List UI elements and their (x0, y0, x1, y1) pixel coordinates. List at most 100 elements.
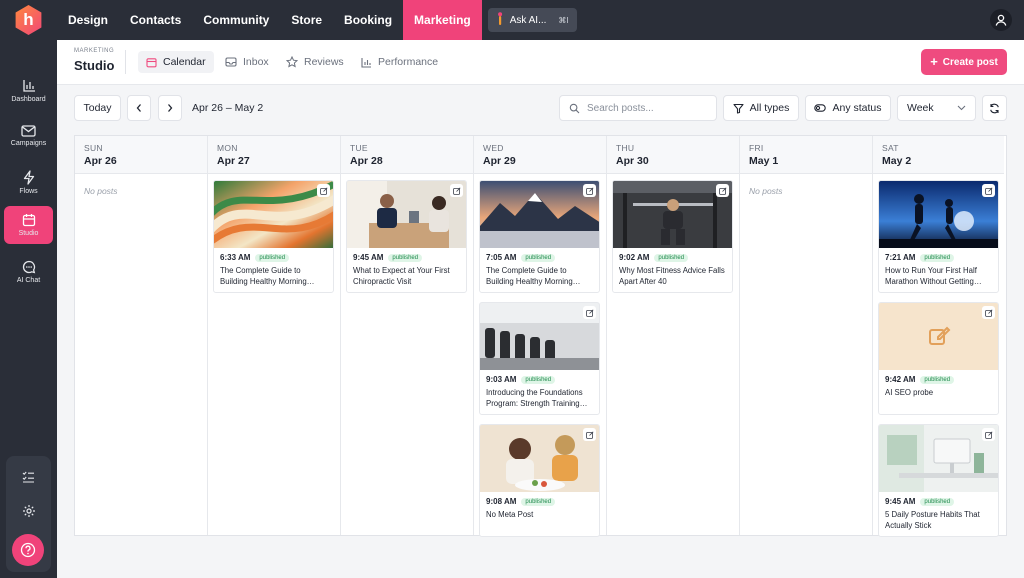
day-column-wed[interactable]: WED Apr 29 7:05 AM published The Complete Gu… (474, 136, 607, 537)
post-card[interactable]: 7:21 AM published How to Run Your First Ha… (878, 180, 999, 293)
chevron-left-icon (136, 104, 141, 112)
post-title: No Meta Post (486, 510, 534, 519)
post-meta: 6:33 AM published (214, 248, 333, 262)
edit-icon[interactable] (583, 184, 596, 197)
nav-tab-store[interactable]: Store (280, 0, 333, 40)
nav-tab-marketing[interactable]: Marketing (403, 0, 482, 40)
post-time: 9:45 AM (885, 497, 916, 506)
post-time: 9:03 AM (486, 375, 517, 384)
edit-icon[interactable] (317, 184, 330, 197)
day-date: Apr 26 (84, 155, 117, 167)
post-card[interactable]: 7:05 AM published The Complete Guide to Bu… (479, 180, 600, 293)
day-column-sun[interactable]: SUN Apr 26 No posts (75, 136, 208, 535)
tab-inbox[interactable]: Inbox (217, 51, 277, 73)
mail-icon (21, 125, 36, 137)
post-thumbnail (347, 181, 466, 248)
day-column-thu[interactable]: THU Apr 30 9:02 AM published Why Most Fitnes… (607, 136, 740, 535)
tab-calendar[interactable]: Calendar (138, 51, 214, 73)
post-card[interactable]: 9:03 AM published Introducing the Foundati… (479, 302, 600, 415)
view-select[interactable]: Week (897, 95, 976, 121)
day-column-sat[interactable]: SAT May 2 7:21 AM published How to Run Your … (873, 136, 1004, 537)
app-logo[interactable]: h (0, 0, 57, 40)
nav-tab-contacts[interactable]: Contacts (119, 0, 192, 40)
search-input[interactable] (587, 102, 707, 114)
checklist-icon[interactable] (15, 463, 42, 490)
day-date: Apr 28 (350, 155, 383, 167)
sidebar-item-flows[interactable]: Flows (4, 163, 53, 201)
chat-icon (22, 260, 35, 274)
header-divider (125, 50, 126, 74)
calendar-icon (22, 214, 35, 227)
nav-tab-community[interactable]: Community (192, 0, 280, 40)
day-column-mon[interactable]: MON Apr 27 6:33 AM published The Complete Gu… (208, 136, 341, 535)
tab-label: Performance (378, 56, 439, 68)
next-week-button[interactable] (158, 95, 182, 121)
day-date: Apr 27 (217, 155, 250, 167)
sidebar-item-label: Flows (19, 187, 38, 195)
post-card[interactable]: 6:33 AM published The Complete Guide to Bu… (213, 180, 334, 293)
nav-tab-booking[interactable]: Booking (333, 0, 403, 40)
sidebar-item-studio[interactable]: Studio (4, 206, 53, 244)
post-meta: 9:45 AM published (347, 248, 466, 262)
status-filter-button[interactable]: Any status (805, 95, 891, 121)
create-post-button[interactable]: + Create post (921, 49, 1007, 75)
search-box[interactable] (559, 95, 717, 121)
edit-icon[interactable] (583, 306, 596, 319)
user-avatar-icon[interactable] (990, 9, 1012, 31)
sidebar-item-label: Dashboard (11, 96, 46, 103)
edit-icon[interactable] (982, 184, 995, 197)
day-header: SUN Apr 26 (75, 136, 207, 174)
post-card[interactable]: 9:45 AM published 5 Daily Posture Habits T… (878, 424, 999, 537)
status-badge: published (920, 253, 955, 262)
prev-week-button[interactable] (127, 95, 151, 121)
bar-chart-icon (361, 57, 371, 68)
help-button[interactable] (12, 534, 44, 566)
post-title: Introducing the Foundations Program: Str… (486, 388, 588, 408)
status-badge: published (920, 375, 955, 384)
edit-icon[interactable] (450, 184, 463, 197)
post-time: 9:08 AM (486, 497, 517, 506)
sidebar-item-ai-chat[interactable]: AI Chat (4, 253, 53, 291)
post-title: What to Expect at Your First Chiropracti… (353, 266, 450, 286)
day-header: MON Apr 27 (208, 136, 340, 174)
sidebar-item-dashboard[interactable]: Dashboard (4, 72, 53, 110)
post-card[interactable]: 9:08 AM published No Meta Post (479, 424, 600, 537)
post-thumbnail (480, 181, 599, 248)
tab-performance[interactable]: Performance (353, 51, 446, 73)
chevron-down-icon (957, 105, 966, 111)
star-icon (286, 56, 298, 68)
day-column-fri[interactable]: FRI May 1 No posts (740, 136, 873, 535)
tab-reviews[interactable]: Reviews (278, 51, 352, 73)
day-header: FRI May 1 (740, 136, 872, 174)
status-badge: published (255, 253, 290, 262)
post-card[interactable]: 9:02 AM published Why Most Fitness Advice … (612, 180, 733, 293)
sidebar-item-campaigns[interactable]: Campaigns (4, 117, 53, 155)
status-badge: published (388, 253, 423, 262)
status-badge: published (521, 497, 556, 506)
refresh-button[interactable] (982, 95, 1007, 121)
search-icon (569, 103, 580, 113)
top-navbar: h Design Contacts Community Store Bookin… (0, 0, 1024, 40)
status-filter-label: Any status (832, 102, 882, 114)
settings-gear-icon[interactable] (15, 497, 42, 524)
edit-icon[interactable] (716, 184, 729, 197)
post-card[interactable]: 9:45 AM published What to Expect at Your F… (346, 180, 467, 293)
edit-icon[interactable] (583, 428, 596, 441)
edit-icon[interactable] (982, 428, 995, 441)
ask-ai-button[interactable]: Ask AI... ⌘I (487, 8, 577, 32)
nav-tab-design[interactable]: Design (57, 0, 119, 40)
status-badge: published (920, 497, 955, 506)
edit-icon[interactable] (982, 306, 995, 319)
post-time: 9:02 AM (619, 253, 650, 262)
inbox-icon (225, 57, 237, 67)
tab-label: Reviews (304, 56, 344, 68)
today-button[interactable]: Today (74, 95, 121, 121)
post-card[interactable]: 9:42 AM published AI SEO probe (878, 302, 999, 415)
post-meta: 7:21 AM published (879, 248, 998, 262)
type-filter-button[interactable]: All types (723, 95, 799, 121)
post-meta: 7:05 AM published (480, 248, 599, 262)
main-nav-tabs: Design Contacts Community Store Booking … (57, 0, 482, 40)
day-column-tue[interactable]: TUE Apr 28 9:45 AM published What to Expect … (341, 136, 474, 535)
post-title: The Complete Guide to Building Healthy M… (220, 266, 315, 286)
post-meta: 9:08 AM published (480, 492, 599, 506)
